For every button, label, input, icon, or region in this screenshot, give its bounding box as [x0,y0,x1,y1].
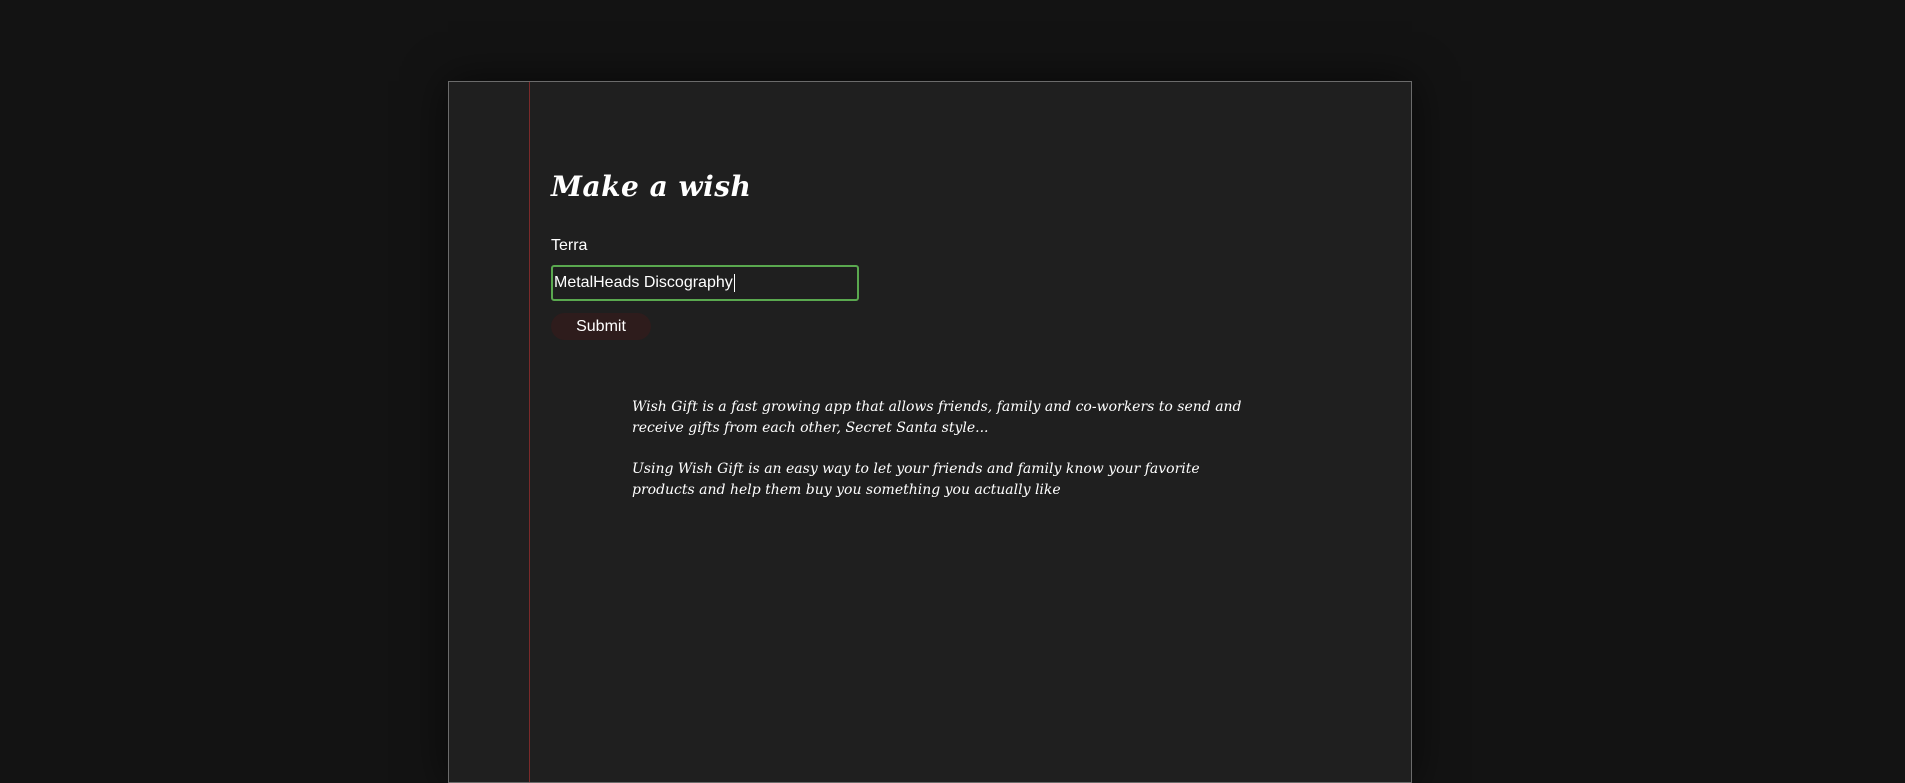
wish-input-value: MetalHeads Discography [554,274,733,291]
wish-input[interactable]: MetalHeads Discography [551,265,859,301]
about-paragraph-2: Using Wish Gift is an easy way to let yo… [632,461,1200,498]
page-title: Make a wish [551,170,752,203]
text-caret [733,273,735,292]
notebook-sheet: Make a wish Terra MetalHeads Discography… [448,81,1412,783]
user-name-label: Terra [551,237,588,254]
margin-line [529,82,530,782]
about-section: Wish Gift is a fast growing app that all… [632,397,1252,521]
about-paragraph-1: Wish Gift is a fast growing app that all… [632,399,1242,436]
submit-button[interactable]: Submit [551,313,651,340]
